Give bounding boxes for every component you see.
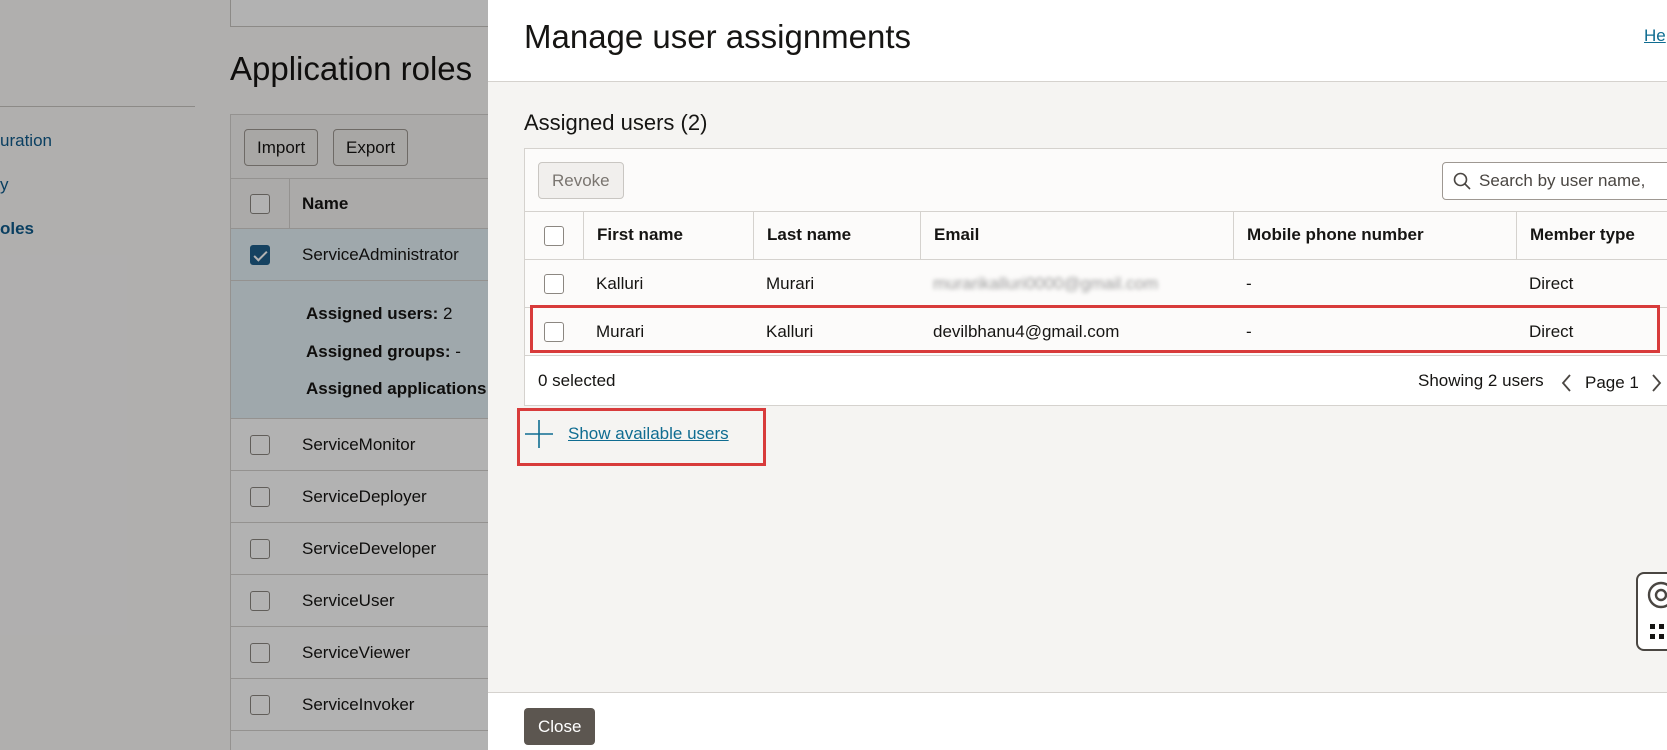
column-header-first-name[interactable]: First name bbox=[583, 212, 753, 260]
table-row[interactable]: Kalluri Murari murarikalluri0000@gmail.c… bbox=[525, 260, 1667, 308]
table-footer: 0 selected Showing 2 users Page 1 bbox=[525, 356, 1667, 406]
column-header-mobile[interactable]: Mobile phone number bbox=[1233, 212, 1516, 260]
chevron-right-icon[interactable] bbox=[1647, 372, 1665, 394]
row-checkbox[interactable] bbox=[544, 274, 564, 294]
section-title: Assigned users (2) bbox=[524, 110, 708, 135]
column-header-member-type[interactable]: Member type bbox=[1516, 212, 1667, 260]
cell-last-name: Murari bbox=[766, 274, 815, 293]
drawer-title: Manage user assignments bbox=[524, 18, 912, 55]
manage-user-assignments-drawer: Manage user assignments He Assigned user… bbox=[488, 0, 1667, 750]
drawer-footer: Close bbox=[488, 692, 1667, 750]
column-header-email[interactable]: Email bbox=[920, 212, 1233, 260]
column-header-last-name[interactable]: Last name bbox=[753, 212, 920, 260]
table-toolbar: Revoke bbox=[525, 149, 1667, 212]
modal-overlay[interactable] bbox=[0, 0, 488, 750]
cell-first-name: Kalluri bbox=[596, 274, 644, 293]
close-button[interactable]: Close bbox=[524, 708, 596, 745]
table-header: First name Last name Email Mobile phone … bbox=[525, 212, 1667, 260]
search-input[interactable] bbox=[1479, 163, 1667, 199]
cell-mobile: - bbox=[1246, 274, 1252, 293]
showing-count: Showing 2 users bbox=[1418, 371, 1544, 390]
search-icon bbox=[1453, 172, 1471, 190]
search-field[interactable] bbox=[1442, 162, 1667, 200]
select-all-checkbox[interactable] bbox=[544, 226, 564, 246]
cell-member-type: Direct bbox=[1529, 274, 1574, 293]
revoke-button[interactable]: Revoke bbox=[538, 162, 624, 199]
assigned-users-table: Revoke First name Last name Email Mobile… bbox=[524, 148, 1667, 406]
lifebuoy-icon bbox=[1647, 581, 1667, 609]
chevron-left-icon[interactable] bbox=[1558, 372, 1576, 394]
highlight-box-row bbox=[530, 305, 1660, 353]
floating-help-widget[interactable] bbox=[1636, 572, 1667, 651]
page-indicator: Page 1 bbox=[1585, 373, 1639, 392]
help-link[interactable]: He bbox=[1644, 26, 1666, 46]
cell-email: murarikalluri0000@gmail.com bbox=[933, 274, 1159, 293]
grid-icon bbox=[1650, 624, 1664, 639]
drawer-header: Manage user assignments He bbox=[488, 0, 1667, 82]
selection-count: 0 selected bbox=[538, 371, 616, 390]
highlight-box-show-available bbox=[517, 408, 766, 466]
